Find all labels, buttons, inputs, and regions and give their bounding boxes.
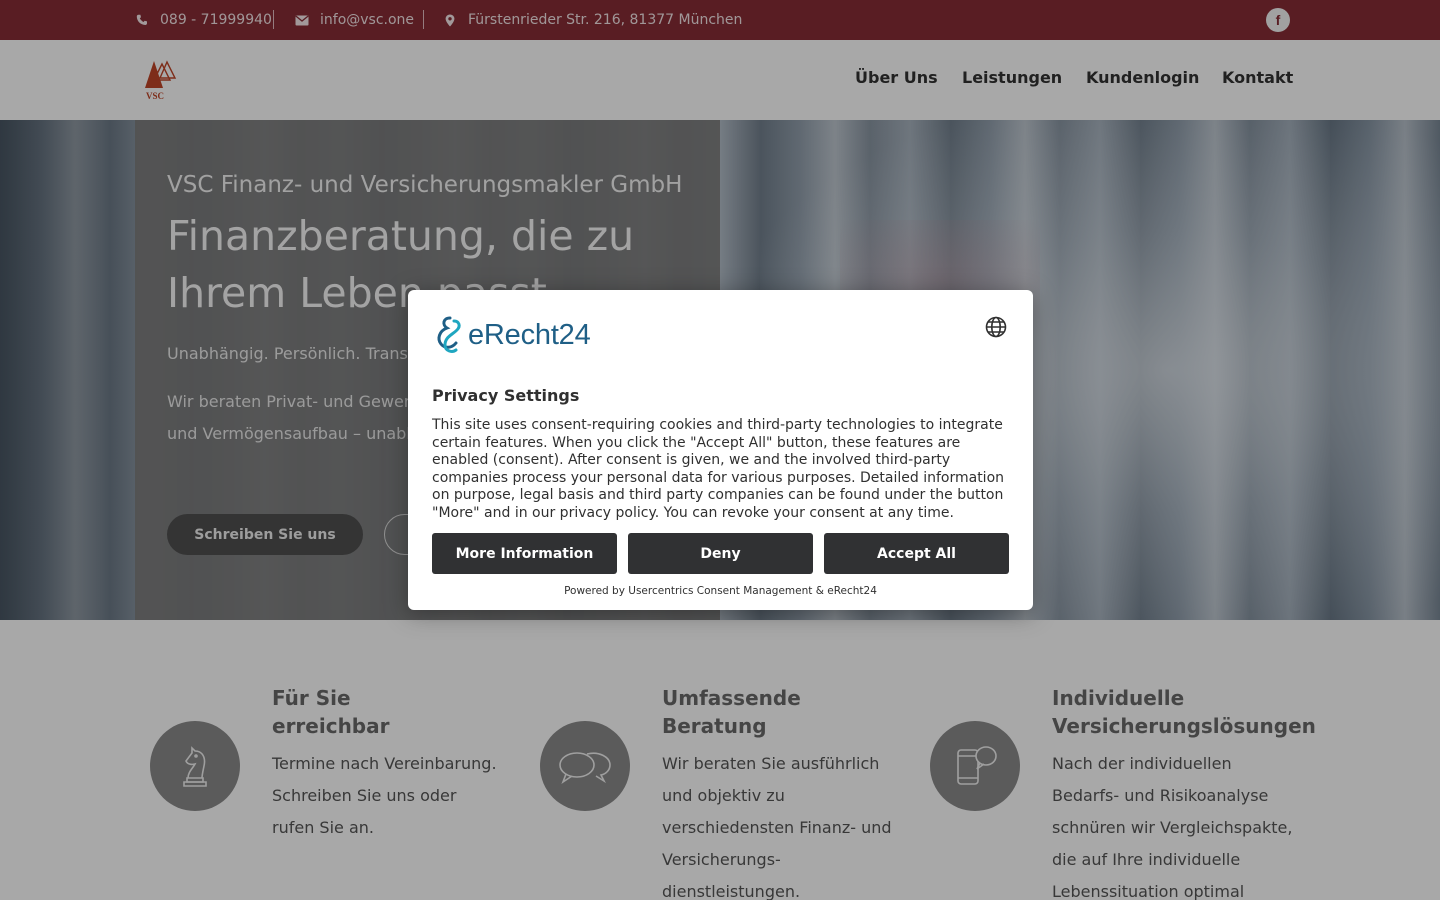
erecht24-mark-icon xyxy=(437,316,461,353)
deny-button[interactable]: Deny xyxy=(628,533,813,574)
accept-all-button[interactable]: Accept All xyxy=(824,533,1009,574)
erecht24-logo: eRecht24 xyxy=(432,314,602,356)
more-information-button[interactable]: More Information xyxy=(432,533,617,574)
privacy-settings-dialog: eRecht24 Privacy Settings This site uses… xyxy=(408,290,1033,610)
erecht24-brand-text: eRecht24 xyxy=(468,318,591,351)
powered-by-text: Powered by Usercentrics Consent Manageme… xyxy=(564,585,877,597)
language-globe-icon[interactable] xyxy=(985,316,1007,338)
privacy-settings-title: Privacy Settings xyxy=(432,386,580,405)
privacy-settings-description: This site uses consent-requiring cookies… xyxy=(432,417,1005,521)
